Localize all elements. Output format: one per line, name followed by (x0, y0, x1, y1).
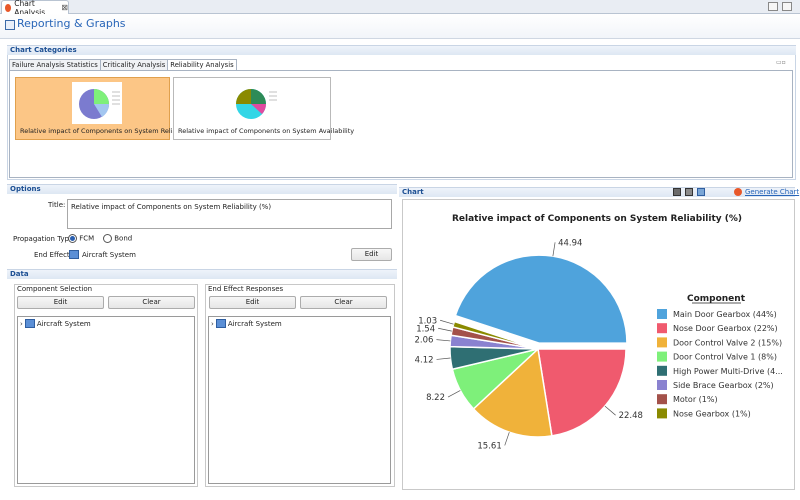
legend-swatch (657, 323, 667, 334)
legend-swatch (657, 337, 667, 348)
minimize-icon[interactable] (768, 2, 778, 11)
tree-item-label: Aircraft System (36, 319, 91, 328)
pie-label-leader (438, 327, 452, 332)
component-edit-button[interactable]: Edit (17, 296, 104, 309)
legend-label: Main Door Gearbox (44%) (673, 310, 777, 319)
pie-label-leader (504, 432, 510, 446)
pie-value-label: 8.22 (426, 393, 445, 403)
options-header: Options (7, 184, 397, 194)
legend-label: Door Control Valve 2 (15%) (673, 338, 782, 347)
radio-bond-label: Bond (114, 234, 133, 243)
title-field-value: Relative impact of Components on System … (71, 203, 272, 211)
form-icon (5, 20, 15, 30)
legend-label: Side Brace Gearbox (2%) (673, 381, 774, 390)
pie-label-leader (604, 405, 616, 416)
tree-item-label: Aircraft System (227, 319, 282, 328)
title-label: Title: (48, 201, 66, 209)
legend-swatch (657, 394, 667, 405)
view-menu-icon[interactable]: ▭▫ (776, 59, 790, 67)
pie-thumb-icon (72, 82, 122, 124)
export-icon[interactable] (697, 188, 705, 196)
page-title: Reporting & Graphs (17, 17, 126, 30)
legend-swatch (657, 309, 667, 319)
legend-swatch (657, 408, 667, 419)
system-icon (215, 319, 226, 328)
tree-item-aircraft-system[interactable]: › Aircraft System (20, 319, 91, 328)
response-edit-button[interactable]: Edit (209, 296, 296, 309)
system-icon (24, 319, 35, 328)
chart-analysis-tab[interactable]: Chart Analysis ⊠ (1, 0, 69, 17)
pie-thumb-icon (236, 89, 277, 119)
system-icon (69, 250, 79, 259)
response-tree[interactable]: › Aircraft System (208, 316, 391, 484)
generate-chart-icon (734, 188, 742, 196)
radio-fcm-label: FCM (79, 234, 95, 243)
view-tab-bar (0, 0, 800, 14)
thumb-availability[interactable]: Relative impact of Components on System … (173, 77, 354, 140)
legend-label: High Power Multi-Drive (4... (673, 367, 783, 376)
pie-label-leader (436, 339, 451, 342)
legend-swatch (657, 365, 667, 376)
chart-title: Relative impact of Components on System … (452, 214, 742, 224)
data-header: Data (7, 269, 397, 279)
pie-slice[interactable] (537, 348, 627, 437)
pie-value-label: 44.94 (558, 238, 582, 248)
end-effect-responses-title: End Effect Responses (208, 285, 284, 293)
pie-value-label: 1.03 (418, 316, 437, 326)
pie-label-leader (436, 357, 451, 360)
pie-value-label: 4.12 (415, 355, 434, 365)
chevron-right-icon[interactable]: › (211, 320, 214, 328)
legend-label: Door Control Valve 1 (8%) (673, 353, 777, 362)
end-effect-edit-button[interactable]: Edit (351, 248, 392, 261)
component-tree[interactable]: › Aircraft System (17, 316, 195, 484)
title-field[interactable]: Relative impact of Components on System … (67, 199, 392, 229)
legend-title: Component (687, 294, 746, 304)
pie-chart: Relative impact of Components on System … (414, 214, 783, 451)
response-clear-button[interactable]: Clear (300, 296, 387, 309)
chart-analysis-icon (5, 3, 12, 12)
radio-fcm-indicator (68, 234, 77, 243)
pie-label-leader (552, 242, 556, 257)
end-effect-label: End Effect: (34, 251, 73, 259)
category-tabs: Failure Analysis Statistics Criticality … (9, 59, 237, 71)
component-clear-button[interactable]: Clear (108, 296, 195, 309)
pie-value-label: 22.48 (619, 411, 643, 421)
radio-bond-indicator (103, 234, 112, 243)
thumb-reliability-label: Relative impact of Components on System … (20, 127, 193, 135)
thumb-availability-label: Relative impact of Components on System … (178, 127, 355, 135)
radio-fcm[interactable]: FCM (68, 234, 94, 243)
legend-swatch (657, 380, 667, 390)
legend-label: Nose Gearbox (1%) (673, 409, 751, 418)
component-selection-title: Component Selection (17, 285, 93, 293)
print-icon[interactable] (685, 188, 693, 196)
tree-item-aircraft-system[interactable]: › Aircraft System (211, 319, 282, 328)
pie-label-leader (447, 390, 461, 398)
end-effect-value: Aircraft System (69, 250, 136, 259)
close-icon[interactable]: ⊠ (61, 3, 68, 12)
pie-label-leader (440, 319, 454, 325)
pie-value-label: 2.06 (414, 336, 433, 346)
end-effect-text: Aircraft System (82, 250, 136, 259)
legend-label: Motor (1%) (673, 395, 718, 404)
radio-bond[interactable]: Bond (103, 234, 132, 243)
legend-swatch (657, 351, 667, 362)
pie-value-label: 15.61 (477, 441, 501, 451)
thumb-reliability[interactable]: Relative impact of Components on System … (15, 77, 192, 140)
chart-categories-header: Chart Categories (7, 45, 796, 55)
chevron-right-icon[interactable]: › (20, 320, 23, 328)
chart-container: Relative impact of Components on System … (402, 199, 795, 490)
generate-chart-link[interactable]: Generate Chart (745, 188, 799, 196)
propagation-label: Propagation Type: (13, 235, 76, 243)
save-image-icon[interactable] (673, 188, 681, 196)
maximize-icon[interactable] (782, 2, 792, 11)
legend-label: Nose Door Gearbox (22%) (673, 324, 778, 333)
